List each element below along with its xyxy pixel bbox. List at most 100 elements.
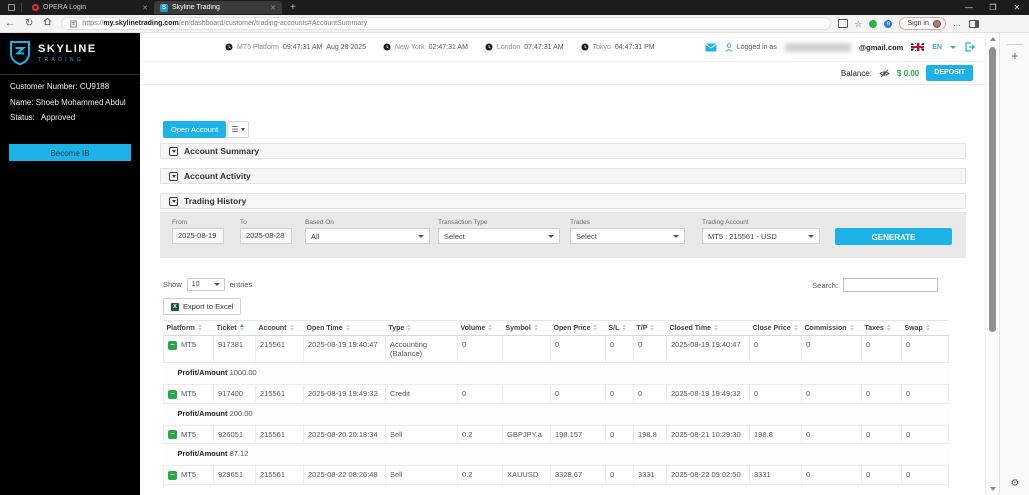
- customer-name-row: Name: Shoeb Mohammed Abdul: [10, 97, 126, 107]
- column-header-open-price[interactable]: Open Price: [550, 320, 606, 336]
- column-header-close-price[interactable]: Close Price: [749, 320, 802, 336]
- column-header-volume[interactable]: Volume: [457, 320, 503, 336]
- expand-row-button[interactable]: −: [168, 430, 177, 440]
- cell-sl: 0: [605, 424, 634, 445]
- new-tab-button[interactable]: +: [290, 2, 296, 13]
- cell-sl: 0: [605, 335, 634, 363]
- account-actions-dropdown[interactable]: ☰: [227, 121, 249, 138]
- trading-account-select[interactable]: MT5 : 215561 - USD: [702, 228, 820, 244]
- app-sidebar: SKYLINE TRADING Customer Number: CU9188 …: [0, 33, 140, 495]
- collections-icon[interactable]: [838, 19, 849, 28]
- accordion-label: Account Summary: [184, 146, 260, 156]
- refresh-icon[interactable]: ↻: [25, 15, 33, 33]
- close-window-button[interactable]: ✕: [1005, 0, 1029, 15]
- column-header-commission[interactable]: Commission: [801, 320, 862, 336]
- column-header-platform[interactable]: Platform: [163, 320, 214, 336]
- tab-skyline-trading[interactable]: S Skyline Trading ✕: [154, 1, 282, 14]
- sign-in-button[interactable]: Sign in: [899, 17, 946, 30]
- sort-icon[interactable]: [886, 324, 891, 331]
- cell-commission: 0: [801, 335, 862, 363]
- expand-row-button[interactable]: −: [168, 470, 177, 480]
- sort-icon[interactable]: [345, 324, 350, 331]
- column-header-swap[interactable]: Swap: [901, 320, 949, 336]
- entries-count-select[interactable]: 10: [186, 278, 225, 291]
- split-screen-icon[interactable]: [968, 19, 979, 28]
- open-account-button[interactable]: Open Account: [163, 121, 227, 138]
- favorites-star-icon[interactable]: ☆: [854, 15, 862, 33]
- clock-icon: [225, 43, 233, 51]
- to-date-input[interactable]: 2025-08-28: [240, 228, 292, 244]
- sort-icon[interactable]: [793, 324, 798, 331]
- column-header-open-time[interactable]: Open Time: [303, 320, 386, 336]
- browser-scrollbar[interactable]: [985, 33, 999, 495]
- messages-envelope-icon[interactable]: [704, 43, 717, 52]
- hide-balance-eye-icon[interactable]: [879, 69, 890, 78]
- browser-essentials-icon[interactable]: e: [884, 19, 893, 28]
- collapse-toggle-icon[interactable]: [169, 171, 178, 181]
- tab-close-icon[interactable]: ✕: [142, 4, 148, 12]
- restore-button[interactable]: ❐: [981, 0, 1005, 15]
- sort-icon[interactable]: [289, 324, 294, 331]
- search-input[interactable]: [843, 278, 938, 292]
- trades-select[interactable]: Select: [570, 228, 685, 244]
- logout-icon[interactable]: [964, 42, 975, 52]
- column-header-t-p[interactable]: T/P: [633, 320, 667, 336]
- user-icon: [725, 42, 733, 52]
- minimize-button[interactable]: —: [957, 0, 981, 15]
- home-icon[interactable]: [43, 15, 52, 33]
- sort-icon[interactable]: [488, 324, 493, 331]
- site-info-icon[interactable]: [70, 20, 77, 28]
- cell-symbol: [502, 384, 551, 404]
- address-bar[interactable]: https://my.skylinetrading.com/en/dashboa…: [61, 17, 832, 30]
- gear-icon[interactable]: ⚙: [1000, 478, 1029, 489]
- column-header-s-l[interactable]: S/L: [605, 320, 634, 336]
- column-header-closed-time[interactable]: Closed Time: [666, 320, 750, 336]
- sort-icon[interactable]: [925, 324, 930, 331]
- back-icon[interactable]: ←: [5, 15, 15, 33]
- add-sidebar-item-icon[interactable]: +: [1000, 49, 1029, 63]
- extension-icon[interactable]: [869, 19, 878, 28]
- cell-taxes: 0: [861, 465, 902, 485]
- column-header-ticket[interactable]: Ticket: [213, 320, 256, 336]
- show-label: Show: [163, 280, 182, 289]
- export-to-excel-button[interactable]: X Export to Excel: [163, 298, 242, 315]
- accordion-section-trading-history[interactable]: Trading History: [160, 193, 966, 209]
- sort-icon[interactable]: [593, 324, 598, 331]
- sort-icon[interactable]: [622, 324, 627, 331]
- scroll-up-icon[interactable]: [990, 37, 996, 41]
- scrollbar-thumb[interactable]: [989, 47, 996, 332]
- accordion-section-account-summary[interactable]: Account Summary: [160, 143, 966, 159]
- sort-icon[interactable]: [650, 324, 655, 331]
- collapse-toggle-icon[interactable]: [169, 146, 178, 156]
- column-header-symbol[interactable]: Symbol: [502, 320, 551, 336]
- sort-icon[interactable]: [714, 324, 718, 331]
- tab-workspaces-icon[interactable]: [8, 4, 15, 11]
- sort-icon[interactable]: [849, 324, 854, 331]
- sort-icon[interactable]: [407, 324, 412, 331]
- balance-amount: $ 0.00: [897, 68, 920, 78]
- based-on-select[interactable]: All: [305, 228, 430, 244]
- generate-button[interactable]: GENERATE: [835, 228, 952, 245]
- tab-close-icon[interactable]: ✕: [270, 4, 276, 12]
- sort-icon[interactable]: [533, 324, 538, 331]
- sort-icon[interactable]: [239, 324, 244, 331]
- customer-status-row: Status: Approved: [10, 113, 76, 123]
- sort-icon[interactable]: [197, 324, 202, 331]
- collapse-toggle-icon[interactable]: [169, 196, 178, 206]
- expand-row-button[interactable]: −: [168, 340, 177, 350]
- from-date-input[interactable]: 2025-08-19: [172, 228, 224, 244]
- accordion-section-account-activity[interactable]: Account Activity: [160, 168, 966, 184]
- profit-amount-row: Profit/Amount 87.12: [163, 443, 949, 466]
- settings-menu-icon[interactable]: …: [953, 19, 962, 28]
- language-caret-icon[interactable]: [950, 45, 956, 49]
- scroll-down-icon[interactable]: [990, 487, 996, 491]
- column-header-taxes[interactable]: Taxes: [861, 320, 902, 336]
- deposit-button[interactable]: DEPOSIT: [926, 65, 973, 81]
- become-ib-button[interactable]: Become IB: [9, 143, 131, 161]
- language-selector[interactable]: EN: [932, 44, 942, 51]
- column-header-account[interactable]: Account: [255, 320, 304, 336]
- column-header-type[interactable]: Type: [385, 320, 458, 336]
- expand-row-button[interactable]: −: [168, 389, 177, 399]
- transaction-type-select[interactable]: Select: [438, 228, 560, 244]
- tab-opera-login[interactable]: OPERA Login ✕: [26, 1, 154, 14]
